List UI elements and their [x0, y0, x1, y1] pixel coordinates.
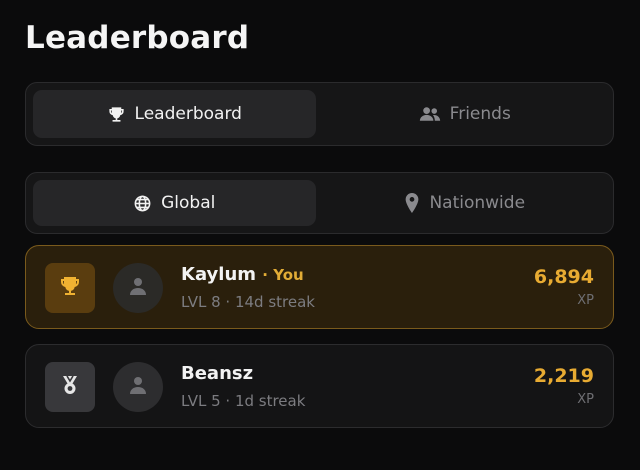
leaderboard-screen: Leaderboard Leaderboard Friends Global N… — [0, 0, 640, 470]
page-title: Leaderboard — [25, 20, 250, 56]
person-icon — [128, 375, 148, 399]
avatar — [113, 362, 163, 412]
globe-icon — [133, 194, 152, 213]
player-name: Kaylum — [181, 264, 257, 285]
player-level-streak: LVL 8 · 14d streak — [181, 293, 315, 311]
scope-nationwide[interactable]: Nationwide — [324, 180, 607, 226]
xp-unit: XP — [577, 392, 594, 407]
view-tab-switch: Leaderboard Friends — [25, 82, 614, 146]
player-name-line: Kaylum · You — [181, 264, 304, 285]
scope-global-label: Global — [161, 193, 216, 213]
tab-leaderboard[interactable]: Leaderboard — [33, 90, 316, 138]
tab-friends-label: Friends — [449, 104, 511, 124]
xp-unit: XP — [577, 293, 594, 308]
medal-icon — [58, 373, 82, 401]
xp-value: 2,219 — [533, 365, 594, 387]
player-name: Beansz — [181, 363, 254, 384]
player-name-line: Beansz — [181, 363, 253, 384]
person-icon — [128, 276, 148, 300]
avatar — [113, 263, 163, 313]
you-tag: · You — [262, 266, 304, 284]
map-pin-icon — [404, 193, 420, 213]
scope-nationwide-label: Nationwide — [429, 193, 526, 213]
trophy-icon — [107, 105, 126, 124]
scope-global[interactable]: Global — [33, 180, 316, 226]
player-level-streak: LVL 5 · 1d streak — [181, 392, 306, 410]
rank-badge — [45, 362, 95, 412]
tab-leaderboard-label: Leaderboard — [134, 104, 242, 124]
xp-value: 6,894 — [533, 266, 594, 288]
users-icon — [419, 105, 441, 123]
trophy-icon — [58, 274, 82, 302]
scope-switch: Global Nationwide — [25, 172, 614, 234]
rank-badge — [45, 263, 95, 313]
tab-friends[interactable]: Friends — [324, 90, 607, 138]
leaderboard-row[interactable]: Kaylum · You LVL 8 · 14d streak 6,894 XP — [25, 245, 614, 329]
leaderboard-row[interactable]: Beansz LVL 5 · 1d streak 2,219 XP — [25, 344, 614, 428]
